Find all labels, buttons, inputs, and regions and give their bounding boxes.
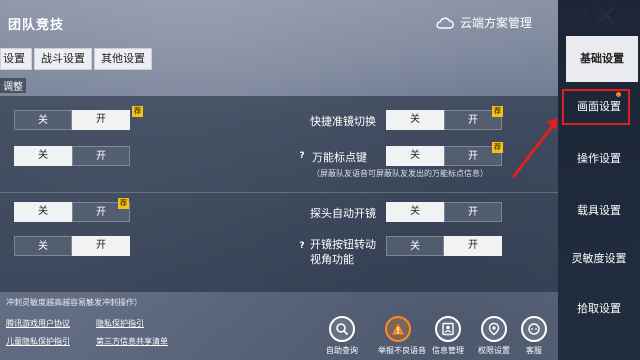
third-party-list-link[interactable]: 第三方信息共享清单 [96,336,168,347]
option-label: 快捷准镜切换 [310,115,376,128]
sidebar-item-sensitivity[interactable]: 灵敏度设置 [558,236,640,282]
toggle-on[interactable]: 开 [72,236,130,256]
sidebar-item-vehicle[interactable]: 载具设置 [558,188,640,234]
privacy-guide-link[interactable]: 隐私保护指引 [96,318,144,329]
highlight-box [562,89,630,125]
toggle-off[interactable]: 关 [14,236,72,256]
toggle-left-2[interactable]: 关 开 [14,146,130,166]
toggle-off[interactable]: 关 [14,110,72,130]
option-label-line2: 视角功能 [310,253,354,266]
toggle-left-3[interactable]: 关 开 荐 [14,198,130,222]
settings-sidebar: 基础设置 画面设置 操作设置 载具设置 灵敏度设置 拾取设置 [558,0,640,360]
option-label: 万能标点键 [312,151,367,164]
sidebar-item-basic[interactable]: 基础设置 [566,36,638,82]
cloud-scheme-label: 云端方案管理 [460,16,533,30]
pointer-arrow-icon [512,118,558,178]
option-note: （屏蔽队友语音可屏蔽队友发出的万能标点信息） [312,169,488,178]
option-label: 探头自动开镜 [310,207,376,220]
permission-label: 权限设置 [478,346,510,355]
report-voice-button[interactable]: 举报不良语音 [378,316,426,356]
toggle-left-4[interactable]: 关 开 [14,236,130,256]
customer-service-button[interactable]: 客服 [514,316,554,356]
headset-icon [521,316,547,342]
recommend-badge: 荐 [132,106,143,117]
recommend-badge: 荐 [492,142,503,153]
page-title: 团队竞技 [8,18,65,33]
tab-other[interactable]: 其他设置 [94,48,152,70]
toggle-on[interactable]: 开 [444,236,502,256]
sub-tab-bar: 设置 战斗设置 其他设置 [0,48,154,70]
divider [0,192,558,193]
toggle-off[interactable]: 关 [386,202,444,222]
recommend-badge: 荐 [492,106,503,117]
toggle-right-3[interactable]: 关 开 [386,202,502,222]
toggle-off[interactable]: 关 [386,110,444,130]
recommend-badge: 荐 [118,198,129,209]
toggle-right-2[interactable]: 关 开 荐 [386,142,503,166]
cloud-scheme-link[interactable]: 云端方案管理 [436,14,532,31]
sensitivity-hint: 冲刺灵敏度越高越容易触发冲刺操作） [6,298,142,307]
help-icon[interactable]: ? [296,240,308,252]
toggle-off[interactable]: 关 [14,146,72,166]
sidebar-item-pickup[interactable]: 拾取设置 [558,286,640,332]
info-manage-label: 信息管理 [432,346,464,355]
help-icon[interactable]: ? [296,150,308,162]
warning-icon [385,316,411,342]
self-query-button[interactable]: 自助查询 [322,316,362,356]
option-label-line1: 开镜按钮转动 [310,238,376,251]
child-privacy-link[interactable]: 儿童隐私保护指引 [6,336,70,347]
toggle-on[interactable]: 开 [72,146,130,166]
toggle-right-1[interactable]: 关 开 荐 [386,106,503,130]
self-query-label: 自助查询 [326,346,358,355]
tab-combat[interactable]: 战斗设置 [34,48,92,70]
settings-panel: 关 开 荐 快捷准镜切换 关 开 荐 关 开 ? 万能标点键 （屏蔽队友语音可屏… [0,96,558,292]
user-agreement-link[interactable]: 腾讯游戏用户协议 [6,318,70,329]
report-voice-label: 举报不良语音 [378,346,426,355]
sidebar-item-controls[interactable]: 操作设置 [558,136,640,182]
permission-button[interactable]: 权限设置 [474,316,514,356]
location-shield-icon [481,316,507,342]
toggle-left-1[interactable]: 关 开 荐 [14,106,143,130]
toggle-off[interactable]: 关 [14,202,72,222]
section-label: 调整 [0,78,26,93]
info-manage-button[interactable]: 信息管理 [428,316,468,356]
toggle-off[interactable]: 关 [386,236,444,256]
toggle-on[interactable]: 开 [444,202,502,222]
search-icon [329,316,355,342]
cloud-icon [436,17,454,29]
customer-service-label: 客服 [526,346,542,355]
toggle-off[interactable]: 关 [386,146,444,166]
tab-basic[interactable]: 设置 [0,48,32,70]
toggle-on[interactable]: 开 [72,110,130,130]
id-card-icon [435,316,461,342]
toggle-right-4[interactable]: 关 开 [386,236,502,256]
